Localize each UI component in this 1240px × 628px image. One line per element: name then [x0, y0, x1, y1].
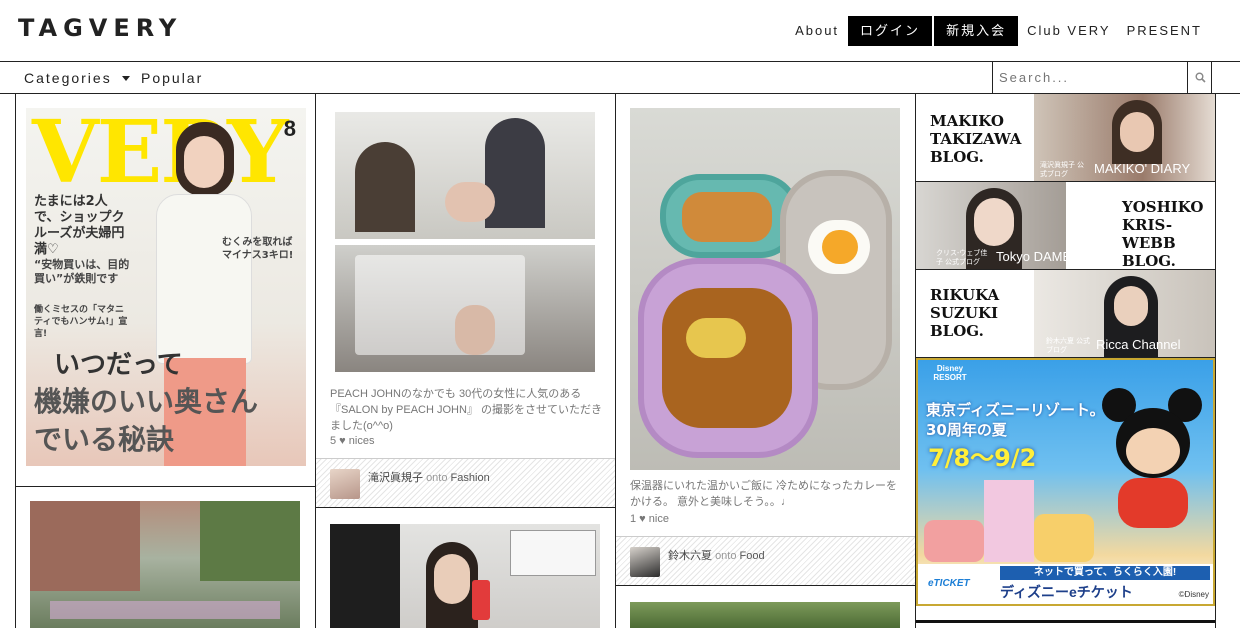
magazine-issue: 8 — [283, 116, 296, 141]
pin-footer: 滝沢眞規子 onto Fashion — [316, 458, 615, 508]
avatar[interactable] — [330, 469, 360, 499]
yoga-photo[interactable] — [30, 501, 300, 628]
cover-headline-4: むくみを取ればマイナス3キロ! — [222, 237, 294, 261]
castle-scene — [924, 480, 1094, 562]
blog-banner-makiko[interactable]: MAKIKO TAKIZAWA BLOG. MAKIKO' DIARY 滝沢眞規… — [916, 94, 1215, 182]
blog-banner-yoshiko[interactable]: YOSHIKO KRIS-WEBB BLOG. Tokyo DAME クリス-ウ… — [916, 182, 1215, 270]
cover-headline-3: 働くミセスの「マタニティでもハンサム!」宣言! — [34, 305, 128, 339]
blog-tag: MAKIKO' DIARY — [1094, 161, 1191, 176]
pin-attribution: 鈴木六夏 onto Food — [668, 547, 765, 563]
cover-headline-2: “安物買いは、目的買い”が鉄則です — [34, 258, 130, 285]
pin-description: PEACH JOHNのなかでも 30代の女性に人気のある『SALON by PE… — [330, 388, 602, 432]
login-button[interactable]: ログイン — [848, 16, 933, 46]
nav-club-very[interactable]: Club VERY — [1019, 16, 1119, 46]
blog-subtitle: 滝沢眞規子 公式ブログ — [1040, 162, 1084, 178]
ad-cta-bar: eTICKET ネットで買って、らくらく入園! ディズニーeチケット ©Disn… — [918, 564, 1213, 604]
bento-photo[interactable] — [630, 108, 900, 470]
search-box — [992, 62, 1212, 94]
blog-tag: Tokyo DAME — [996, 249, 1072, 264]
avatar[interactable] — [630, 547, 660, 577]
nav-present[interactable]: PRESENT — [1119, 16, 1210, 46]
pin-user[interactable]: 滝沢眞規子 — [368, 472, 423, 484]
pin-divider — [16, 486, 315, 487]
cover-big-text-2: 機嫌のいい奥さん — [34, 385, 259, 418]
popular-link[interactable]: Popular — [141, 70, 203, 86]
blog-tag: Ricca Channel — [1096, 337, 1181, 352]
blog-name: RIKUKA SUZUKI BLOG. — [930, 286, 1000, 340]
pin-footer: 鈴木六夏 onto Food — [616, 536, 915, 586]
pin-column-1: VERY 8 たまには2人で、ショップクルーズが夫婦円満♡ “安物買いは、目的買… — [15, 94, 316, 628]
pin-nices-count[interactable]: 5 ♥ nices — [330, 435, 374, 447]
search-button[interactable] — [1187, 62, 1212, 93]
ad-dates: 7/8〜9/2 — [928, 444, 1037, 472]
selfie-photo[interactable] — [330, 524, 600, 628]
register-button[interactable]: 新規入会 — [934, 16, 1019, 46]
site-logo[interactable]: TAGVERY — [18, 14, 182, 42]
ad-headline: 東京ディズニーリゾート。30周年の夏 — [926, 401, 1105, 439]
pin-user[interactable]: 鈴木六夏 — [668, 550, 712, 562]
ad-cta: ネットで買って、らくらく入園! — [1000, 566, 1210, 580]
blog-banner-rikuka[interactable]: RIKUKA SUZUKI BLOG. Ricca Channel 鈴木六夏 公… — [916, 270, 1215, 358]
sidebar-column: MAKIKO TAKIZAWA BLOG. MAKIKO' DIARY 滝沢眞規… — [916, 94, 1216, 628]
photoshoot-image[interactable] — [330, 108, 602, 372]
pin-attribution: 滝沢眞規子 onto Fashion — [368, 469, 490, 485]
pin-board[interactable]: Fashion — [451, 472, 490, 484]
search-input[interactable] — [993, 62, 1187, 93]
site-header: TAGVERY About ログイン 新規入会 Club VERY PRESEN… — [0, 0, 1240, 62]
cover-big-text-3: でいる秘訣 — [34, 423, 175, 456]
disney-ad-banner[interactable]: Disney RESORT 東京ディズニーリゾート。30周年の夏 7/8〜9/2… — [916, 358, 1215, 606]
nav-about[interactable]: About — [787, 16, 847, 46]
pin-column-2: PEACH JOHNのなかでも 30代の女性に人気のある『SALON by PE… — [316, 94, 616, 628]
blog-name: YOSHIKO KRIS-WEBB BLOG. — [1122, 198, 1204, 270]
chevron-down-icon[interactable] — [122, 76, 130, 81]
ad-copyright: ©Disney — [1178, 590, 1209, 599]
eticket-logo: eTICKET — [928, 578, 970, 589]
onto-label: onto — [426, 472, 448, 484]
top-nav: About ログイン 新規入会 Club VERY PRESENT — [787, 16, 1210, 46]
pin-nices-count[interactable]: 1 ♥ nice — [630, 513, 669, 525]
magazine-cover[interactable]: VERY 8 たまには2人で、ショップクルーズが夫婦円満♡ “安物買いは、目的買… — [26, 108, 306, 466]
cover-headline-1: たまには2人で、ショップクルーズが夫婦円満♡ — [34, 194, 125, 257]
mickey-figure — [1098, 378, 1208, 528]
sub-nav: Categories Popular — [0, 62, 1240, 94]
sidebar-bottom-bar — [916, 620, 1215, 628]
blog-subtitle: 鈴木六夏 公式ブログ — [1046, 338, 1090, 354]
pin-description: 保温器にいれた温かいご飯に 冷ためになったカレーをかける。 意外と美味しそう。。… — [630, 480, 898, 508]
search-icon — [1195, 72, 1206, 83]
tree-photo[interactable] — [630, 602, 900, 628]
blog-subtitle: クリス-ウェブ佳子 公式ブログ — [936, 250, 988, 266]
pin-board[interactable]: Food — [740, 550, 765, 562]
categories-menu[interactable]: Categories — [24, 70, 112, 86]
disney-resort-logo: Disney RESORT — [933, 364, 967, 382]
blog-name: MAKIKO TAKIZAWA BLOG. — [930, 112, 1022, 166]
pin-column-3: 保温器にいれた温かいご飯に 冷ためになったカレーをかける。 意外と美味しそう。。… — [616, 94, 916, 628]
onto-label: onto — [715, 550, 737, 562]
cover-big-text-1: いつだって — [54, 350, 183, 380]
ad-ticket-name: ディズニーeチケット — [1000, 584, 1133, 600]
